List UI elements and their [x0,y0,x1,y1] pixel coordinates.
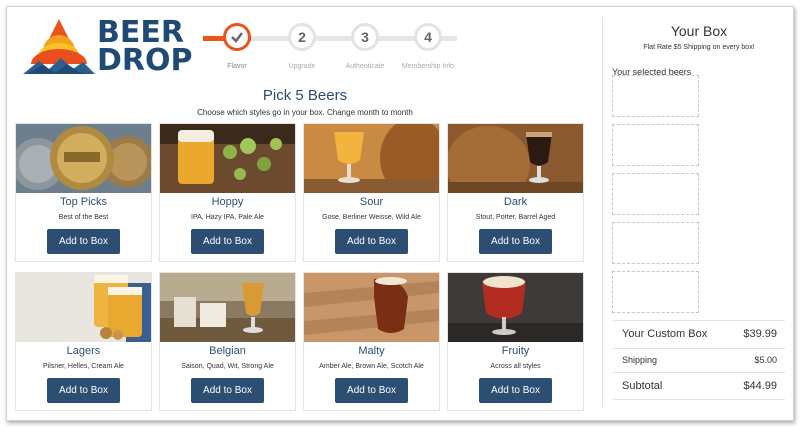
brand-wordmark: BEER DROP [97,18,193,78]
checkmark-icon [231,32,243,43]
step-1-flavor[interactable] [223,23,251,51]
step-label-flavor: Flavor [227,63,247,70]
step-3-authenticate[interactable]: 3 [351,23,379,51]
beer-slot-1[interactable] [612,75,699,117]
summary-row-box: Your Custom Box $39.99 [612,320,785,348]
beer-drop-mountain-icon [23,19,95,74]
card-desc: Pilsner, Helles, Cream Ale [43,363,124,370]
beer-card-malty: Malty Amber Ale, Brown Ale, Scotch Ale A… [303,272,440,411]
beer-slot-4[interactable] [612,222,699,264]
card-name: Malty [358,345,385,357]
summary-label: Subtotal [622,380,663,392]
add-to-box-button[interactable]: Add to Box [191,229,264,254]
box-title: Your Box [670,23,728,39]
add-to-box-button[interactable]: Add to Box [191,378,264,403]
add-to-box-button[interactable]: Add to Box [335,378,408,403]
card-name: Fruity [501,345,530,357]
add-to-box-button[interactable]: Add to Box [335,229,408,254]
card-name: Sour [359,196,384,208]
card-desc: Stout, Porter, Barrel Aged [475,214,556,221]
step-4-membership[interactable]: 4 [414,23,442,51]
belgian-image [160,273,295,342]
add-to-box-button[interactable]: Add to Box [479,378,552,403]
beer-card-sour: Sour Gose, Berliner Weisse, Wild Ale Add… [303,123,440,262]
beer-card-lagers: Lagers Pilsner, Helles, Cream Ale Add to… [15,272,152,411]
hoppy-image [160,124,295,193]
box-subtitle: Flat Rate $5 Shipping on every box! [643,44,755,51]
add-to-box-button[interactable]: Add to Box [47,378,120,403]
sour-image [304,124,439,193]
lagers-image [16,273,151,342]
page-title: Pick 5 Beers [262,87,348,104]
sidebar-divider [602,17,603,407]
step-2-upgrade[interactable]: 2 [288,23,316,51]
add-to-box-button[interactable]: Add to Box [479,229,552,254]
summary-value: $44.99 [743,380,777,392]
card-name: Top Picks [59,196,108,208]
card-name: Dark [503,196,528,208]
brand-logo[interactable]: BEER DROP [21,17,193,77]
medals-image [16,124,151,193]
brand-line-2: DROP [97,43,193,78]
card-desc: Gose, Berliner Weisse, Wild Ale [322,214,421,221]
beer-card-top-picks: Top Picks Best of the Best Add to Box [15,123,152,262]
card-name: Hoppy [211,196,244,208]
app-window: BEER DROP Flavor 2 Upgrade 3 Authenticat… [6,6,794,421]
summary-row-subtotal: Subtotal $44.99 [612,372,785,400]
beer-slot-2[interactable] [612,124,699,166]
card-desc: Best of the Best [58,214,109,221]
checkout-stepper: Flavor 2 Upgrade 3 Authenticate 4 Member… [203,23,463,71]
card-desc: Amber Ale, Brown Ale, Scotch Ale [319,363,424,370]
card-name: Lagers [66,345,101,357]
step-label-authenticate: Authenticate [345,63,385,70]
beer-slot-3[interactable] [612,173,699,215]
summary-row-shipping: Shipping $5.00 [612,348,785,372]
beer-slot-5[interactable] [612,271,699,313]
step-label-upgrade: Upgrade [288,63,316,70]
fruity-image [448,273,583,342]
card-desc: Across all styles [490,363,541,370]
add-to-box-button[interactable]: Add to Box [47,229,120,254]
beer-card-dark: Dark Stout, Porter, Barrel Aged Add to B… [447,123,584,262]
beer-card-hoppy: Hoppy IPA, Hazy IPA, Pale Ale Add to Box [159,123,296,262]
summary-label: Your Custom Box [622,328,708,340]
card-desc: Saison, Quad, Wit, Strong Ale [181,363,274,370]
summary-value: $39.99 [743,328,777,340]
summary-label: Shipping [622,355,658,365]
step-label-membership: Membership Info [401,63,455,70]
card-name: Belgian [209,345,246,357]
card-desc: IPA, Hazy IPA, Pale Ale [191,214,264,221]
dark-image [448,124,583,193]
summary-value: $5.00 [754,355,777,365]
page-subtitle: Choose which styles go in your box. Chan… [197,108,413,117]
malty-image [304,273,439,342]
beer-card-fruity: Fruity Across all styles Add to Box [447,272,584,411]
beer-card-belgian: Belgian Saison, Quad, Wit, Strong Ale Ad… [159,272,296,411]
